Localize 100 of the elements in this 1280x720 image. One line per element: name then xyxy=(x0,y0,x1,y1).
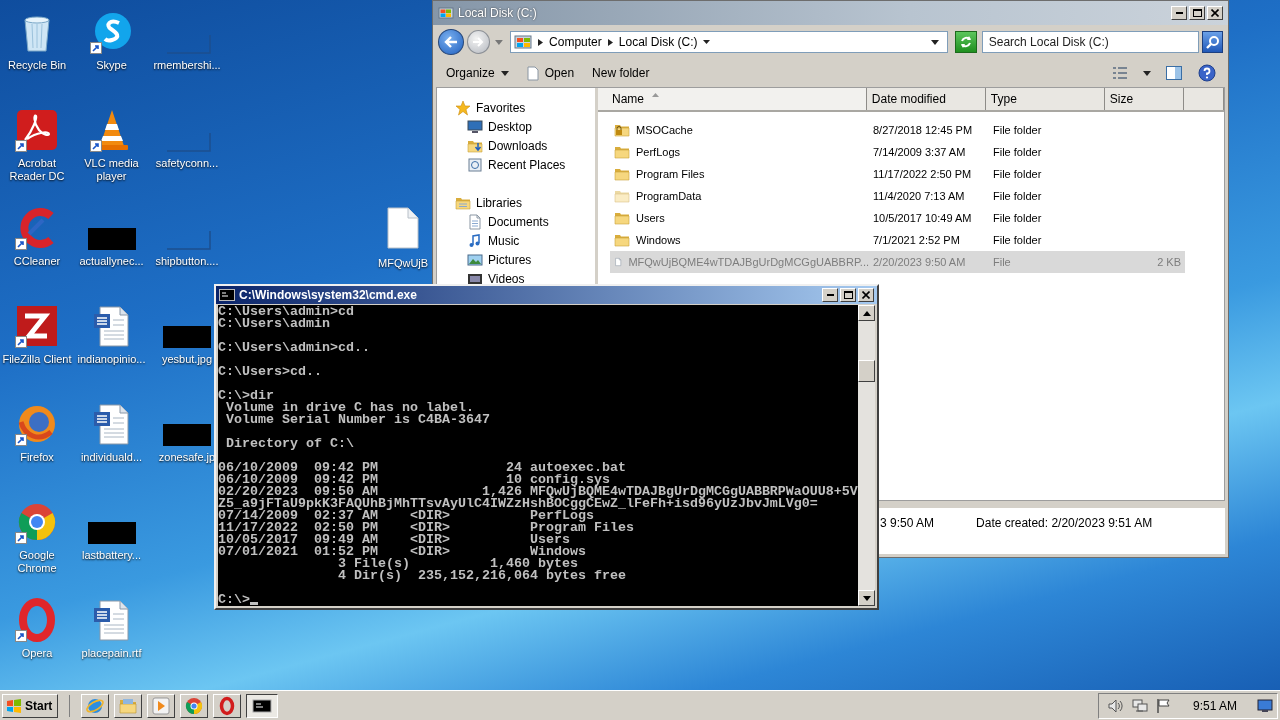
column-header[interactable]: Name xyxy=(598,88,867,110)
show-desktop-button[interactable] xyxy=(1257,698,1273,713)
maximize-button[interactable] xyxy=(1189,6,1205,20)
folder-icon xyxy=(614,210,630,226)
app-tile-icon[interactable] xyxy=(15,304,59,348)
nav-item[interactable]: Libraries xyxy=(437,193,595,212)
taskbar-button[interactable] xyxy=(246,693,279,718)
locked-folder-icon xyxy=(614,122,630,138)
console-line: C:\Users\admin>cd xyxy=(218,306,354,318)
nav-item[interactable]: Downloads xyxy=(437,136,595,155)
dropdown-caret-icon[interactable] xyxy=(931,39,940,45)
maximize-icon xyxy=(843,291,853,299)
scroll-up-button[interactable] xyxy=(858,305,875,321)
minimize-button[interactable] xyxy=(822,288,838,302)
date-modified: 11/4/2020 7:13 AM xyxy=(873,190,965,202)
console-line: 06/10/2009 09:42 PM 10 config.sys xyxy=(218,474,610,486)
column-header[interactable]: Date modified xyxy=(866,88,986,110)
file-icon[interactable] xyxy=(386,207,421,249)
caret-icon[interactable] xyxy=(703,40,711,44)
desktop-icon-label[interactable]: shipbutton.... xyxy=(155,255,219,268)
nav-item[interactable]: Desktop xyxy=(437,117,595,136)
refresh-icon xyxy=(958,35,973,49)
monitor-icon xyxy=(1257,698,1273,713)
desktop-icon-label[interactable]: rmembershi... xyxy=(153,59,221,72)
console-line: C:\> xyxy=(218,594,250,606)
close-button[interactable] xyxy=(1207,6,1223,20)
nav-item[interactable]: Videos xyxy=(437,269,595,288)
file-name: Users xyxy=(636,212,665,224)
console-line: C:\Users\admin xyxy=(218,318,330,330)
toolbar-button[interactable]: New folder xyxy=(586,63,656,83)
file-row[interactable]: ProgramData 11/4/2020 7:13 AM File folder xyxy=(610,185,1185,207)
network-icon[interactable] xyxy=(1130,697,1149,714)
console-icon xyxy=(219,289,235,301)
nav-item[interactable]: Documents xyxy=(437,212,595,231)
desktop-icon-label[interactable]: individuald... xyxy=(80,451,143,464)
image-thumbnail[interactable] xyxy=(87,522,136,544)
toolbar-button[interactable]: Open xyxy=(520,62,581,84)
file-type: File folder xyxy=(993,124,1042,136)
desktop-icon-label[interactable]: MFQwUjB xyxy=(378,257,429,270)
flag-icon[interactable] xyxy=(1154,697,1173,714)
search-field[interactable]: Search Local Disk (C:) xyxy=(981,31,1200,53)
nav-item[interactable]: Pictures xyxy=(437,250,595,269)
column-header[interactable]: Size xyxy=(1104,88,1185,110)
desktop-icon-label[interactable]: Acrobat Reader DC xyxy=(0,157,74,183)
image-thumbnail[interactable] xyxy=(87,228,136,250)
clock[interactable]: 9:51 AM xyxy=(1192,698,1237,713)
scrollbar[interactable] xyxy=(858,305,875,606)
caret-icon[interactable] xyxy=(1143,70,1151,76)
drive-icon xyxy=(514,34,533,50)
breadcrumb-arrow-icon[interactable] xyxy=(607,38,613,46)
minimize-button[interactable] xyxy=(1171,6,1187,20)
address-bar[interactable]: Computer Local Disk (C:) xyxy=(510,31,949,53)
speaker-icon[interactable] xyxy=(1106,697,1125,714)
nav-item[interactable]: Recent Places xyxy=(437,155,595,174)
nav-item[interactable]: Music xyxy=(437,231,595,250)
file-row[interactable]: PerfLogs 7/14/2009 3:37 AM File folder xyxy=(610,141,1185,163)
file-row[interactable]: Users 10/5/2017 10:49 AM File folder xyxy=(610,207,1185,229)
arrow-up-icon xyxy=(862,310,871,316)
desktop-icon-label[interactable]: Recycle Bin xyxy=(7,59,67,72)
file-row[interactable]: MSOCache 8/27/2018 12:45 PM File folder xyxy=(610,119,1185,141)
arrow-left-icon xyxy=(443,36,458,48)
organize-menu[interactable]: Organize xyxy=(440,63,515,83)
column-header[interactable]: Type xyxy=(985,88,1105,110)
image-thumbnail[interactable] xyxy=(163,326,211,348)
close-button[interactable] xyxy=(858,288,874,302)
desktop-icon-label[interactable]: actuallynec... xyxy=(79,255,144,268)
sort-arrow-icon xyxy=(652,93,659,97)
console-line: Directory of C:\ xyxy=(225,438,354,450)
pdf-app-icon[interactable] xyxy=(15,108,59,152)
back-button[interactable] xyxy=(438,29,464,55)
console-line: Volume in drive C has no label. xyxy=(225,402,474,414)
search-button[interactable] xyxy=(1202,31,1223,53)
desktop-icon-label[interactable]: safetyconn... xyxy=(155,157,219,170)
desktop-icon-label[interactable]: zonesafe.jp xyxy=(158,451,216,464)
breadcrumb-arrow-icon[interactable] xyxy=(538,38,544,46)
file-type: File folder xyxy=(993,234,1042,246)
date-modified: 10/5/2017 10:49 AM xyxy=(873,212,972,224)
image-thumbnail[interactable] xyxy=(163,424,211,446)
start-button[interactable]: Start xyxy=(2,693,59,718)
breadcrumb-link[interactable]: Computer xyxy=(549,35,602,49)
nav-item[interactable]: Favorites xyxy=(437,98,595,117)
desktop-icon-label[interactable]: FileZilla Client xyxy=(2,353,72,366)
detail-text: Date created: 2/20/2023 9:51 AM xyxy=(976,516,1153,530)
maximize-button[interactable] xyxy=(840,288,856,302)
breadcrumb-link[interactable]: Local Disk (C:) xyxy=(618,35,698,49)
date-modified: 7/14/2009 3:37 AM xyxy=(873,146,966,158)
date-modified: 7/1/2021 2:52 PM xyxy=(873,234,960,246)
file-row[interactable]: Windows 7/1/2021 2:52 PM File folder xyxy=(610,229,1185,251)
desktop-icon-label[interactable]: indianopinio... xyxy=(77,353,146,366)
desktop-icon-label[interactable]: CCleaner xyxy=(13,255,61,268)
recent-places-icon xyxy=(467,156,483,173)
desktop-icon-label[interactable]: VLC media player xyxy=(74,157,149,183)
refresh-button[interactable] xyxy=(955,31,977,53)
desktop-icon-label[interactable]: yesbut.jpg xyxy=(161,353,213,366)
desktop-icon-label[interactable]: Skype xyxy=(96,59,127,72)
scroll-down-button[interactable] xyxy=(858,590,875,606)
file-row[interactable]: Program Files 11/17/2022 2:50 PM File folder xyxy=(610,163,1185,185)
documents-icon xyxy=(467,213,483,230)
scroll-thumb[interactable] xyxy=(858,360,875,382)
desktop-icon-label[interactable]: Firefox xyxy=(20,451,54,464)
